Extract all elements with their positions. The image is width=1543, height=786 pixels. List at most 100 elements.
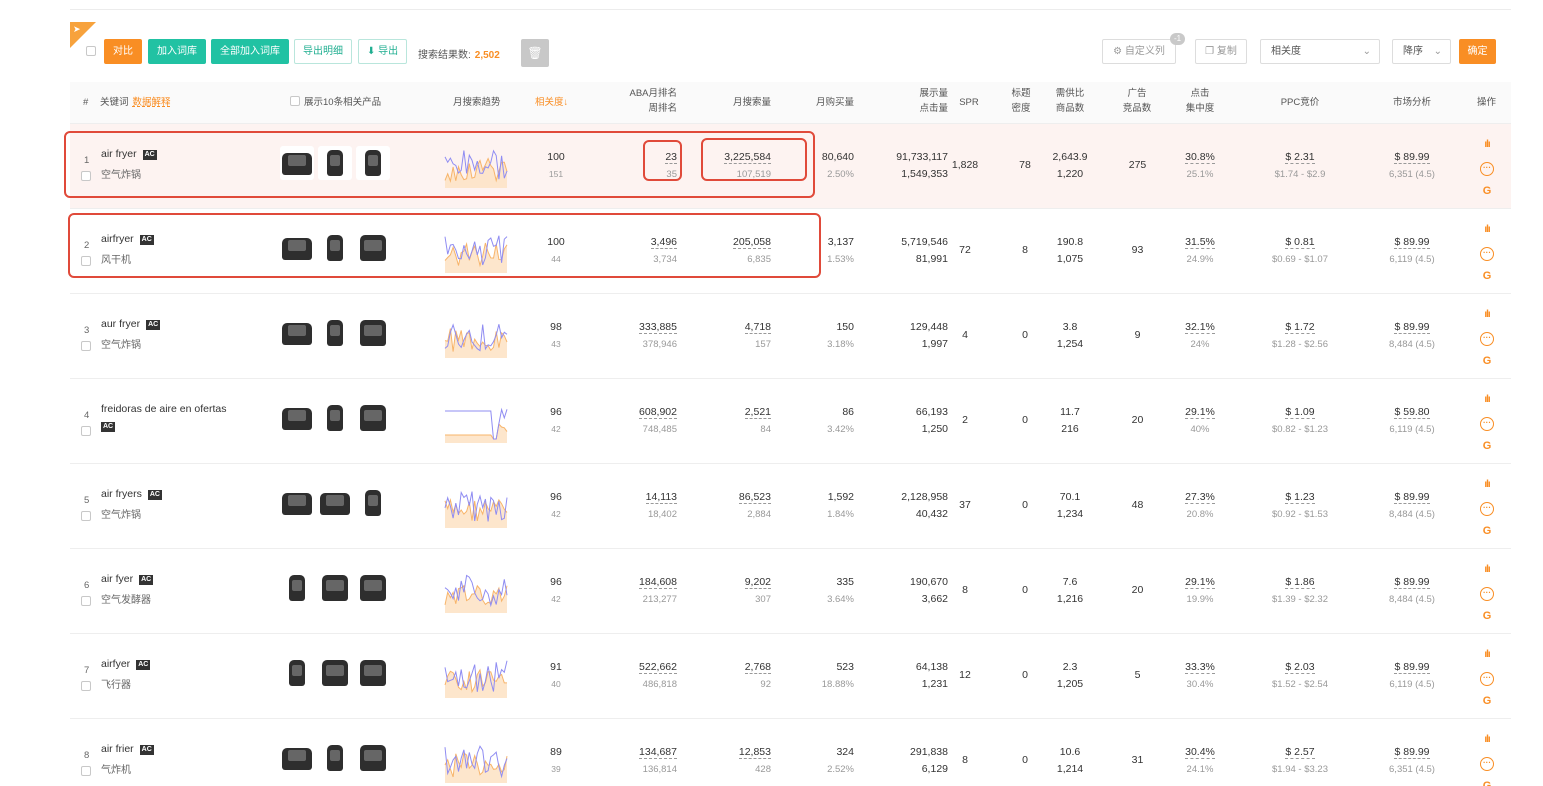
col-ppc[interactable]: PPC竞价 bbox=[1270, 95, 1330, 110]
click-concentration-value[interactable]: 32.1% bbox=[1185, 321, 1215, 334]
sort-field-select[interactable]: 相关度 ⌄ bbox=[1260, 39, 1380, 64]
product-thumbnail[interactable] bbox=[318, 401, 352, 435]
add-to-library-button[interactable]: 加入词库 bbox=[148, 39, 206, 64]
confirm-button[interactable]: 确定 bbox=[1459, 39, 1496, 64]
monthly-trend-sparkline[interactable] bbox=[444, 654, 508, 698]
monthly-search-value[interactable]: 2,521 bbox=[744, 406, 771, 419]
ppc-bid-value[interactable]: $ 1.23 bbox=[1285, 491, 1315, 504]
google-icon[interactable]: G bbox=[1480, 609, 1494, 623]
monthly-trend-sparkline[interactable] bbox=[444, 484, 508, 528]
col-spr[interactable]: SPR bbox=[956, 95, 982, 110]
ppc-bid-value[interactable]: $ 1.86 bbox=[1285, 576, 1315, 589]
col-aba-rank[interactable]: ABA月排名 周排名 bbox=[610, 86, 677, 116]
col-relevance[interactable]: 相关度↓ bbox=[535, 95, 568, 110]
bar-chart-icon[interactable]: ılı bbox=[1480, 308, 1494, 322]
bar-chart-icon[interactable]: ılı bbox=[1480, 393, 1494, 407]
google-icon[interactable]: G bbox=[1480, 524, 1494, 538]
ppc-bid-value[interactable]: $ 0.81 bbox=[1285, 236, 1315, 249]
bar-chart-icon[interactable]: ılı bbox=[1480, 223, 1494, 237]
product-thumbnail[interactable] bbox=[318, 486, 352, 520]
row-checkbox[interactable] bbox=[81, 596, 91, 606]
product-thumbnail[interactable] bbox=[356, 656, 390, 690]
click-concentration-value[interactable]: 30.4% bbox=[1185, 746, 1215, 759]
click-concentration-value[interactable]: 27.3% bbox=[1185, 491, 1215, 504]
copy-button[interactable]: ❐ 复制 bbox=[1195, 39, 1247, 64]
col-ad-competitors[interactable]: 广告 竞品数 bbox=[1119, 86, 1155, 116]
monthly-trend-sparkline[interactable] bbox=[444, 739, 508, 783]
aba-month-rank-value[interactable]: 608,902 bbox=[639, 406, 677, 419]
select-all-checkbox[interactable] bbox=[86, 46, 96, 56]
market-price-value[interactable]: $ 89.99 bbox=[1394, 151, 1430, 164]
product-thumbnail[interactable] bbox=[356, 316, 390, 350]
more-icon[interactable]: ··· bbox=[1480, 587, 1494, 601]
product-thumbnail[interactable] bbox=[318, 741, 352, 775]
row-checkbox[interactable] bbox=[81, 681, 91, 691]
more-icon[interactable]: ··· bbox=[1480, 672, 1494, 686]
market-price-value[interactable]: $ 59.80 bbox=[1394, 406, 1430, 419]
monthly-search-value[interactable]: 86,523 bbox=[738, 491, 771, 504]
monthly-search-value[interactable]: 9,202 bbox=[744, 576, 771, 589]
show-products-checkbox[interactable] bbox=[290, 96, 300, 106]
ppc-bid-value[interactable]: $ 1.72 bbox=[1285, 321, 1315, 334]
product-thumbnail[interactable] bbox=[318, 316, 352, 350]
more-icon[interactable]: ··· bbox=[1480, 247, 1494, 261]
keyword-link[interactable]: air fyer bbox=[101, 573, 133, 585]
google-icon[interactable]: G bbox=[1480, 269, 1494, 283]
add-all-to-library-button[interactable]: 全部加入词库 bbox=[211, 39, 289, 64]
product-thumbnail[interactable] bbox=[356, 486, 390, 520]
col-market[interactable]: 市场分析 bbox=[1381, 95, 1443, 110]
product-thumbnail[interactable] bbox=[356, 401, 390, 435]
product-thumbnail[interactable] bbox=[280, 741, 314, 775]
delete-button[interactable]: 🗑 bbox=[521, 39, 549, 67]
col-supply-ratio[interactable]: 需供比 商品数 bbox=[1050, 86, 1090, 116]
product-thumbnail[interactable] bbox=[280, 401, 314, 435]
bar-chart-icon[interactable]: ılı bbox=[1480, 478, 1494, 492]
export-detail-button[interactable]: 导出明细 bbox=[294, 39, 352, 64]
monthly-trend-sparkline[interactable] bbox=[444, 569, 508, 613]
market-price-value[interactable]: $ 89.99 bbox=[1394, 661, 1430, 674]
market-price-value[interactable]: $ 89.99 bbox=[1394, 746, 1430, 759]
monthly-search-value[interactable]: 2,768 bbox=[744, 661, 771, 674]
keyword-link[interactable]: air fryers bbox=[101, 488, 142, 500]
data-explain-link[interactable]: 数据解释 bbox=[133, 97, 171, 108]
ppc-bid-value[interactable]: $ 1.09 bbox=[1285, 406, 1315, 419]
col-monthly-purchase[interactable]: 月购买量 bbox=[790, 95, 854, 110]
google-icon[interactable]: G bbox=[1480, 779, 1494, 786]
market-price-value[interactable]: $ 89.99 bbox=[1394, 236, 1430, 249]
aba-month-rank-value[interactable]: 333,885 bbox=[639, 321, 677, 334]
aba-month-rank-value[interactable]: 14,113 bbox=[645, 491, 677, 504]
col-title-density[interactable]: 标题 密度 bbox=[1007, 86, 1035, 116]
more-icon[interactable]: ··· bbox=[1480, 332, 1494, 346]
monthly-search-value[interactable]: 12,853 bbox=[738, 746, 771, 759]
product-thumbnail[interactable] bbox=[280, 656, 314, 690]
keyword-link[interactable]: air frier bbox=[101, 743, 134, 755]
market-price-value[interactable]: $ 89.99 bbox=[1394, 576, 1430, 589]
compare-button[interactable]: 对比 bbox=[104, 39, 142, 64]
col-show-products[interactable]: 展示10条相关产品 bbox=[290, 95, 381, 110]
monthly-trend-sparkline[interactable] bbox=[444, 314, 508, 358]
bar-chart-icon[interactable]: ılı bbox=[1480, 648, 1494, 662]
row-checkbox[interactable] bbox=[81, 341, 91, 351]
market-price-value[interactable]: $ 89.99 bbox=[1394, 321, 1430, 334]
col-monthly-search[interactable]: 月搜索量 bbox=[710, 95, 771, 110]
bar-chart-icon[interactable]: ılı bbox=[1480, 138, 1494, 152]
click-concentration-value[interactable]: 31.5% bbox=[1185, 236, 1215, 249]
bar-chart-icon[interactable]: ılı bbox=[1480, 733, 1494, 747]
aba-month-rank-value[interactable]: 134,687 bbox=[639, 746, 677, 759]
sort-order-select[interactable]: 降序 ⌄ bbox=[1392, 39, 1451, 64]
more-icon[interactable]: ··· bbox=[1480, 417, 1494, 431]
more-icon[interactable]: ··· bbox=[1480, 757, 1494, 771]
custom-columns-button[interactable]: ⚙ 自定义列 bbox=[1102, 39, 1176, 64]
row-checkbox[interactable] bbox=[81, 426, 91, 436]
row-checkbox[interactable] bbox=[81, 511, 91, 521]
export-button[interactable]: ⬇ 导出 bbox=[358, 39, 408, 64]
row-checkbox[interactable] bbox=[81, 766, 91, 776]
keyword-link[interactable]: aur fryer bbox=[101, 318, 140, 330]
google-icon[interactable]: G bbox=[1480, 439, 1494, 453]
google-icon[interactable]: G bbox=[1480, 354, 1494, 368]
google-icon[interactable]: G bbox=[1480, 184, 1494, 198]
aba-month-rank-value[interactable]: 184,608 bbox=[639, 576, 677, 589]
click-concentration-value[interactable]: 29.1% bbox=[1185, 576, 1215, 589]
google-icon[interactable]: G bbox=[1480, 694, 1494, 708]
click-concentration-value[interactable]: 29.1% bbox=[1185, 406, 1215, 419]
